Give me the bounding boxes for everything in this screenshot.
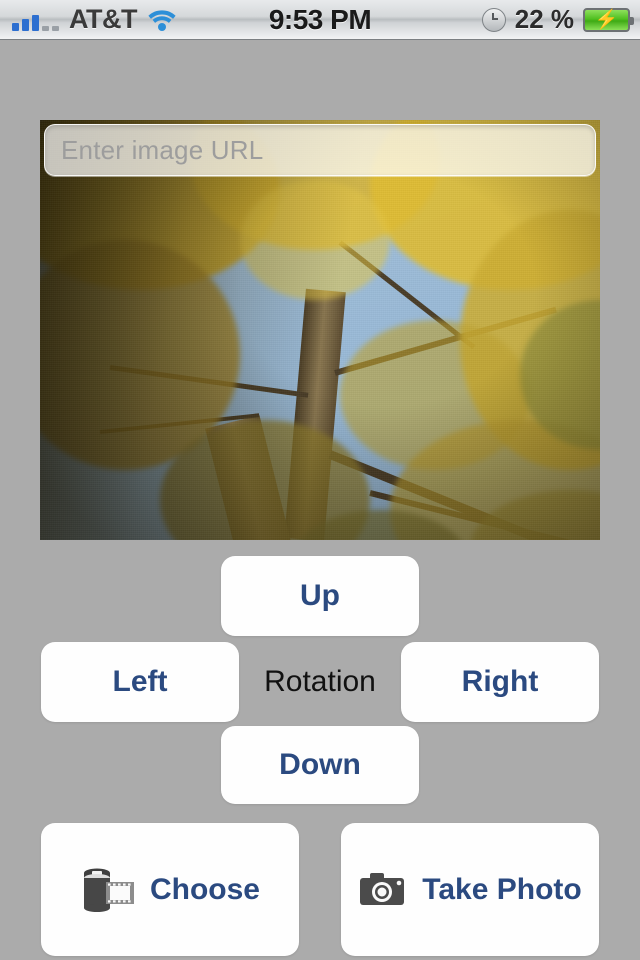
status-bar-clock: 9:53 PM [268,3,372,35]
image-url-input[interactable]: Enter image URL [44,124,596,176]
take-photo-button[interactable]: Take Photo [341,823,599,956]
image-url-placeholder: Enter image URL [61,134,264,165]
app-content: Enter image URL Up Left Rotation Right D… [0,40,640,960]
rotation-label: Rotation [264,665,376,698]
rotate-left-button[interactable]: Left [41,642,239,722]
photo-preview [40,120,600,540]
rotate-up-button[interactable]: Up [221,556,419,636]
clock-icon [481,7,506,32]
choose-photo-button[interactable]: Choose [41,823,299,956]
lightning-bolt-icon: ⚡ [594,9,619,30]
rotate-right-button[interactable]: Right [401,642,599,722]
take-photo-label: Take Photo [422,872,582,906]
photo-image [40,120,600,540]
camera-icon [358,870,410,910]
battery-charging-icon: ⚡ [583,7,634,32]
photo-grain [40,120,600,540]
status-bar: AT&T 9:53 PM 22 % ⚡ [0,0,640,40]
choose-photo-label: Choose [149,872,260,906]
rotate-down-button[interactable]: Down [221,726,419,804]
film-roll-icon [80,865,136,915]
